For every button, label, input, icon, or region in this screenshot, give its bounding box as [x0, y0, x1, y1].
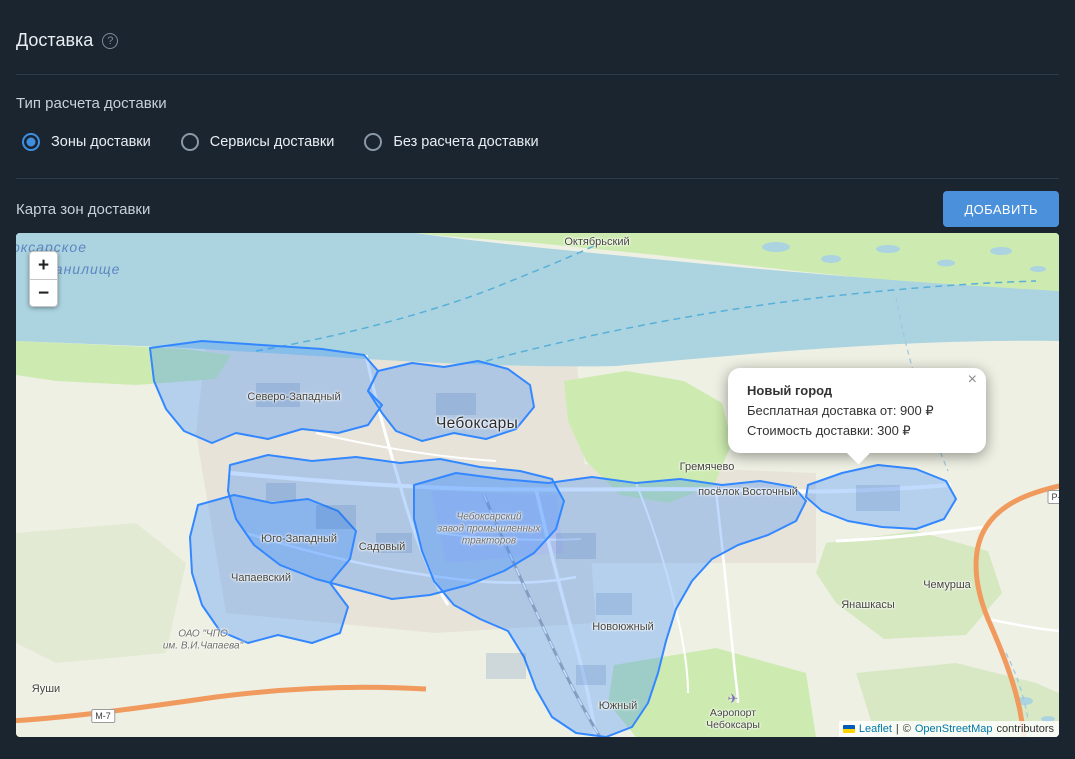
page-header: Доставка ?: [0, 0, 1075, 51]
page-title: Доставка: [16, 30, 94, 50]
radio-label: Сервисы доставки: [209, 134, 335, 150]
map-lake: [762, 242, 790, 252]
help-icon[interactable]: ?: [102, 32, 119, 49]
attribution-divider: |: [895, 723, 899, 735]
map-section-header: Карта зон доставки ДОБАВИТЬ: [16, 191, 1059, 227]
map-lake: [990, 247, 1012, 255]
map-lake: [876, 245, 900, 253]
radio-unselected-icon: [364, 133, 383, 151]
radio-selected-icon: [22, 133, 40, 151]
map-section-label: Карта зон доставки: [16, 200, 151, 218]
delivery-type-label: Тип расчета доставки: [16, 95, 167, 112]
map-fields: [16, 523, 186, 663]
divider: [16, 178, 1059, 179]
delivery-zones-map[interactable]: оксарское хранилище Октябрьский Северо-З…: [16, 233, 1059, 737]
divider: [16, 74, 1059, 75]
attribution-suffix: contributors: [996, 723, 1054, 735]
delivery-type-options: Зоны доставки Сервисы доставки Без расче…: [22, 133, 1059, 151]
radio-label: Зоны доставки: [51, 134, 151, 150]
radio-delivery-services[interactable]: Сервисы доставки: [180, 133, 335, 151]
map-attribution: Leaflet | © OpenStreetMap contributors: [838, 721, 1059, 737]
zoom-out-button[interactable]: −: [29, 279, 58, 307]
osm-link[interactable]: OpenStreetMap: [915, 723, 993, 735]
radio-label: Без расчета доставки: [393, 134, 539, 150]
map-canvas: [16, 233, 1059, 737]
radio-no-calculation[interactable]: Без расчета доставки: [364, 133, 539, 151]
popup-delivery-cost: Стоимость доставки: 300 ₽: [747, 423, 911, 439]
map-lake: [1030, 266, 1046, 272]
popup-title: Новый город: [747, 383, 833, 398]
zoom-in-button[interactable]: +: [29, 251, 58, 279]
radio-delivery-zones[interactable]: Зоны доставки: [22, 133, 151, 151]
zone-popup: × Новый город Бесплатная доставка от: 90…: [728, 368, 986, 454]
attribution-copyright: ©: [902, 723, 911, 735]
map-zoom-control: + −: [29, 251, 58, 307]
radio-unselected-icon: [180, 133, 199, 151]
add-zone-button[interactable]: ДОБАВИТЬ: [943, 191, 1059, 227]
popup-free-delivery: Бесплатная доставка от: 900 ₽: [747, 403, 934, 419]
delivery-settings-page: Доставка ? Тип расчета доставки Зоны дос…: [0, 0, 1075, 759]
map-lake: [821, 255, 841, 263]
ukraine-flag-icon: [842, 725, 855, 733]
popup-close-button[interactable]: ×: [968, 372, 977, 388]
leaflet-link[interactable]: Leaflet: [859, 723, 892, 735]
map-lake: [937, 259, 955, 267]
